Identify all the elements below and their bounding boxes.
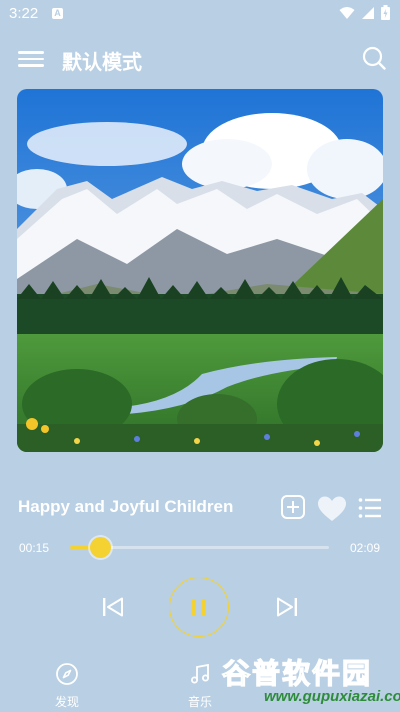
add-to-playlist-icon[interactable] [281, 495, 305, 519]
watermark-text: 谷普软件园 [221, 657, 373, 689]
search-icon[interactable] [360, 44, 388, 72]
pause-icon [202, 599, 206, 616]
progress-track[interactable] [70, 537, 329, 558]
total-time: 02:09 [349, 541, 380, 555]
pause-icon [192, 599, 196, 616]
signal-icon [362, 6, 374, 19]
notification-badge-icon: A [52, 8, 63, 19]
pause-button[interactable] [169, 577, 229, 637]
status-time: 3:22 [9, 5, 39, 22]
playlist-icon[interactable] [358, 497, 382, 519]
status-icons [339, 5, 390, 20]
menu-icon[interactable] [18, 47, 44, 69]
music-note-icon [191, 663, 209, 684]
current-time: 00:15 [19, 541, 50, 555]
app-header: 默认模式 [0, 40, 400, 78]
progress-row: 00:15 02:09 [0, 536, 400, 560]
skip-previous-icon[interactable] [101, 596, 125, 618]
skip-next-icon[interactable] [275, 596, 299, 618]
album-art-image [17, 89, 383, 452]
compass-icon [56, 663, 78, 685]
battery-icon [381, 5, 390, 20]
song-info-row: Happy and Joyful Children [0, 492, 400, 524]
heart-icon[interactable] [317, 495, 347, 523]
progress-thumb[interactable] [90, 537, 112, 558]
watermark-url: www.gupuxiazai.com [264, 688, 400, 705]
wifi-icon [339, 6, 355, 19]
song-title: Happy and Joyful Children [18, 497, 234, 516]
status-bar: 3:22 A [0, 0, 400, 28]
nav-label-discover: 发现 [54, 695, 79, 709]
nav-item-discover[interactable]: 发现 [37, 662, 97, 710]
watermark-logo: 谷普软件园 www.gupuxiazai.com [218, 652, 400, 708]
page-title: 默认模式 [62, 52, 142, 74]
